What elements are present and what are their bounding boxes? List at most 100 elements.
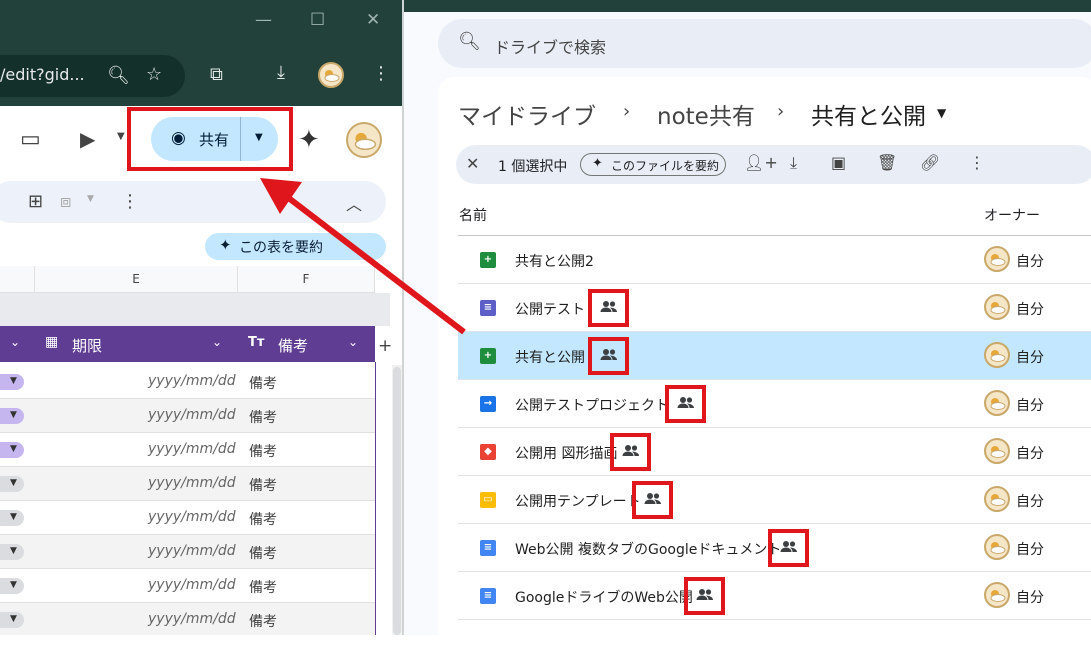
column-header-e[interactable]: E	[35, 266, 238, 293]
file-name[interactable]: 公開テストプロジェクト	[515, 395, 669, 415]
browser-menu-icon[interactable]: ⋮	[372, 63, 390, 84]
file-row[interactable]: ◆ 公開用 図形描画 自分	[458, 428, 1091, 476]
file-row[interactable]: + 共有と公開 自分	[458, 332, 1091, 380]
file-name[interactable]: 共有と公開	[515, 347, 585, 367]
note-cell[interactable]: 備考	[249, 441, 277, 461]
file-row[interactable]: + 共有と公開2 自分	[458, 236, 1091, 284]
owner-avatar	[984, 294, 1010, 320]
merge-dropdown-icon[interactable]: ▼	[87, 194, 94, 204]
vertical-scrollbar[interactable]	[392, 365, 402, 635]
download-icon[interactable]: ⤓	[790, 153, 797, 173]
file-name[interactable]: 公開用 図形描画	[515, 443, 617, 463]
profile-avatar[interactable]	[318, 62, 344, 88]
drive-search-bar[interactable]: 🔍︎ ドライブで検索	[438, 19, 1091, 68]
slides-file-icon: ▭	[480, 492, 496, 508]
table-row[interactable]: ▼ yyyy/mm/dd 備考	[0, 365, 375, 399]
date-cell[interactable]: yyyy/mm/dd	[148, 543, 236, 559]
annotation-arrow	[260, 178, 466, 335]
status-chip[interactable]: ▼	[0, 476, 24, 492]
table-row[interactable]: ▼ yyyy/mm/dd 備考	[0, 433, 375, 467]
file-name[interactable]: GoogleドライブのWeb公開	[515, 587, 693, 607]
maximize-icon[interactable]: ☐	[310, 10, 325, 30]
status-chip[interactable]: ▼	[0, 408, 24, 424]
file-name[interactable]: 公開テスト	[515, 299, 585, 319]
move-folder-icon[interactable]: ▣	[831, 153, 846, 172]
chevron-down-icon[interactable]: ⌄	[10, 335, 20, 349]
date-cell[interactable]: yyyy/mm/dd	[148, 611, 236, 627]
scrollbar-thumb[interactable]	[393, 367, 401, 635]
column-header-d[interactable]	[0, 266, 35, 293]
date-cell[interactable]: yyyy/mm/dd	[148, 407, 236, 423]
file-name[interactable]: Web公開 複数タブのGoogleドキュメント	[515, 539, 781, 559]
note-cell[interactable]: 備考	[249, 611, 277, 631]
table-row[interactable]: ▼ yyyy/mm/dd 備考	[0, 399, 375, 433]
bookmark-star-icon[interactable]: ☆	[146, 64, 162, 85]
close-icon[interactable]: ✕	[366, 10, 380, 30]
file-row[interactable]: ≡ GoogleドライブのWeb公開 自分	[458, 572, 1091, 620]
breadcrumb-my-drive[interactable]: マイドライブ	[458, 97, 596, 131]
date-cell[interactable]: yyyy/mm/dd	[148, 373, 236, 389]
note-cell[interactable]: 備考	[249, 577, 277, 597]
extensions-icon[interactable]: ⧉	[210, 64, 223, 85]
note-cell[interactable]: 備考	[249, 543, 277, 563]
file-row[interactable]: ▭ 公開用テンプレート 自分	[458, 476, 1091, 524]
table-row[interactable]: ▼ yyyy/mm/dd 備考	[0, 569, 375, 603]
owner-avatar	[984, 582, 1010, 608]
chevron-down-icon[interactable]: ⌄	[212, 335, 222, 349]
date-cell[interactable]: yyyy/mm/dd	[148, 577, 236, 593]
file-name[interactable]: 公開用テンプレート	[515, 491, 641, 511]
zoom-icon[interactable]: 🔍︎	[107, 65, 130, 86]
folder-dropdown-icon[interactable]: ▼	[937, 106, 946, 120]
sheets-file-icon: +	[480, 348, 496, 364]
trash-icon[interactable]: 🗑︎	[877, 153, 897, 172]
comment-icon[interactable]: ▭	[20, 127, 41, 152]
summarize-file-button[interactable]: ✦ このファイルを要約	[580, 153, 726, 176]
date-cell[interactable]: yyyy/mm/dd	[148, 509, 236, 525]
shared-annotation-box	[588, 337, 629, 375]
note-cell[interactable]: 備考	[249, 373, 277, 393]
gemini-sparkle-icon[interactable]: ✦	[298, 125, 320, 155]
owner-name: 自分	[1016, 446, 1044, 462]
more-actions-icon[interactable]: ⋮	[969, 153, 985, 172]
column-owner-header[interactable]: オーナー	[984, 205, 1040, 225]
file-row[interactable]: ≡ 公開テスト 自分	[458, 284, 1091, 332]
shared-annotation-box	[665, 385, 706, 423]
status-chip[interactable]: ▼	[0, 544, 24, 560]
share-user-icon[interactable]: 👤︎+	[744, 153, 778, 172]
download-icon[interactable]: ⤓	[277, 62, 285, 83]
shared-annotation-box	[610, 433, 651, 471]
breadcrumb-current-folder[interactable]: 共有と公開	[811, 97, 926, 131]
owner-name: 自分	[1016, 350, 1044, 366]
merge-cells-icon[interactable]: ⧈	[60, 191, 71, 212]
note-cell[interactable]: 備考	[249, 407, 277, 427]
account-avatar[interactable]	[346, 122, 382, 158]
table-row[interactable]: ▼ yyyy/mm/dd 備考	[0, 535, 375, 569]
table-row[interactable]: ▼ yyyy/mm/dd 備考	[0, 467, 375, 501]
forms-file-icon: ≡	[480, 300, 496, 316]
link-icon[interactable]: 🔗︎	[920, 153, 940, 172]
borders-icon[interactable]: ⊞	[28, 191, 43, 212]
status-chip[interactable]: ▼	[0, 374, 24, 390]
table-row[interactable]: ▼ yyyy/mm/dd 備考	[0, 501, 375, 535]
file-row[interactable]: ≡ Web公開 複数タブのGoogleドキュメント 自分	[458, 524, 1091, 572]
table-row[interactable]: ▼ yyyy/mm/dd 備考	[0, 603, 375, 635]
minimize-icon[interactable]: —	[255, 10, 272, 30]
date-cell[interactable]: yyyy/mm/dd	[148, 475, 236, 491]
title-bar: — ☐ ✕	[0, 0, 404, 46]
more-options-icon[interactable]: ⋮	[121, 191, 139, 212]
status-chip[interactable]: ▼	[0, 510, 24, 526]
file-name[interactable]: 共有と公開2	[515, 251, 594, 271]
breadcrumb-note-share[interactable]: note共有	[657, 97, 755, 131]
meet-icon[interactable]: ▶	[80, 127, 95, 151]
note-cell[interactable]: 備考	[249, 509, 277, 529]
owner-avatar	[984, 438, 1010, 464]
status-chip[interactable]: ▼	[0, 442, 24, 458]
date-cell[interactable]: yyyy/mm/dd	[148, 441, 236, 457]
file-row[interactable]: → 公開テストプロジェクト 自分	[458, 380, 1091, 428]
note-cell[interactable]: 備考	[249, 475, 277, 495]
meet-dropdown-icon[interactable]: ▼	[117, 131, 125, 142]
status-chip[interactable]: ▼	[0, 612, 24, 628]
search-placeholder: ドライブで検索	[494, 38, 607, 57]
owner-avatar	[984, 534, 1010, 560]
status-chip[interactable]: ▼	[0, 578, 24, 594]
